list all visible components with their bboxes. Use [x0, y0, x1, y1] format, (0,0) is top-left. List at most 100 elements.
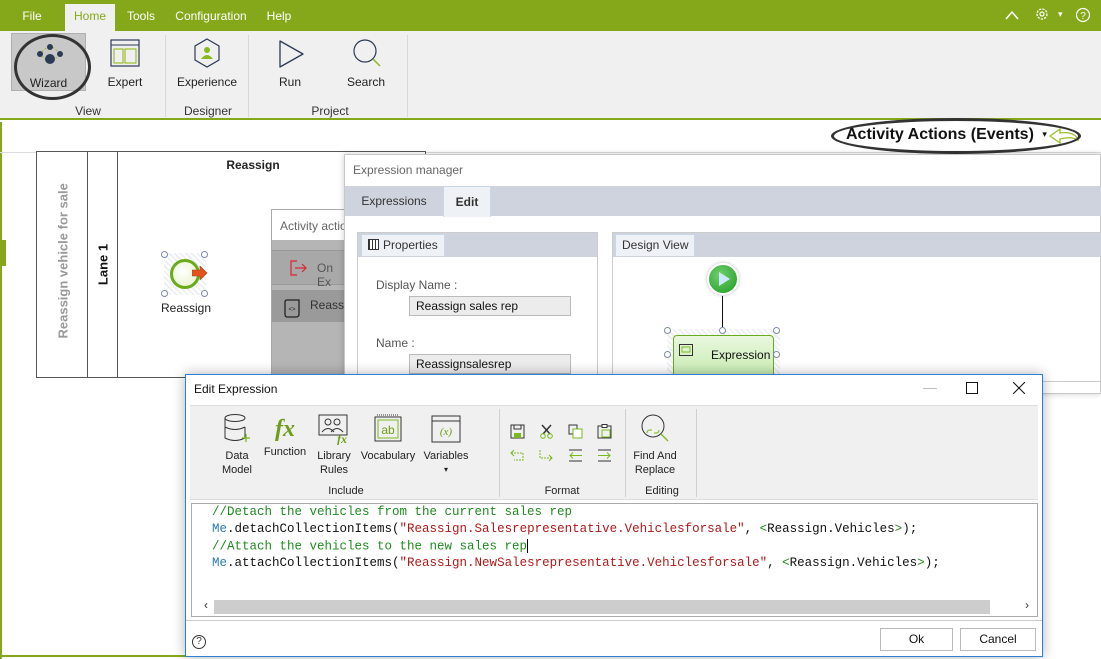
function-icon: fx	[275, 416, 295, 442]
activity-actions-highlight-oval	[831, 118, 1081, 154]
library-rules-label-2: Rules	[319, 464, 349, 476]
edit-expression-title: Edit Expression	[194, 382, 278, 396]
dropdown-caret-icon[interactable]: ▾	[1058, 9, 1063, 20]
start-node-label: Reassign	[160, 301, 212, 315]
menu-file[interactable]: File	[12, 0, 52, 31]
code-string: "Reassign.Salesrepresentative.Vehiclesfo…	[399, 522, 745, 536]
resize-handle[interactable]	[719, 327, 726, 334]
library-rules-button[interactable]: fx Library Rules	[313, 413, 355, 477]
start-play-node[interactable]	[707, 263, 739, 295]
group-designer-label: Designer	[183, 104, 233, 118]
cancel-button[interactable]: Cancel	[960, 628, 1036, 651]
search-button[interactable]: Search	[331, 33, 401, 91]
arrow-right-icon	[191, 265, 208, 283]
tab-edit[interactable]: Edit	[443, 186, 491, 217]
data-model-label-2: Model	[222, 464, 252, 476]
flow-connector	[722, 296, 723, 329]
menu-home[interactable]: Home	[65, 4, 115, 31]
menu-tools[interactable]: Tools	[120, 0, 162, 31]
gear-icon[interactable]	[1034, 6, 1050, 25]
outdent-icon[interactable]	[568, 449, 583, 465]
wizard-highlight-oval	[14, 34, 91, 100]
data-model-button[interactable]: Data Model	[215, 413, 259, 477]
activity-actions-dialog-title: Activity actio	[272, 210, 350, 240]
design-view-tab[interactable]: Design View	[615, 234, 696, 256]
scrollbar-thumb[interactable]	[214, 600, 990, 614]
code-separator: ,	[744, 522, 760, 536]
ribbon-separator	[248, 35, 249, 117]
variables-icon: (x)	[431, 415, 461, 443]
code-reference: Reassign.Vehicles	[767, 522, 895, 536]
resize-handle[interactable]	[201, 290, 208, 297]
script-icon: <>	[284, 298, 302, 321]
scroll-right-icon[interactable]: ›	[1025, 598, 1029, 612]
ribbon: Wizard Expert Experience Run Search View…	[0, 31, 1101, 120]
code-separator: ,	[767, 556, 783, 570]
maximize-button[interactable]	[966, 381, 978, 397]
properties-tab-label: Properties	[383, 238, 438, 252]
code-function: .attachCollectionItems(	[227, 556, 400, 570]
code-line-4: Me.attachCollectionItems("Reassign.NewSa…	[212, 556, 940, 570]
find-replace-label-2: Replace	[634, 464, 676, 476]
resize-handle[interactable]	[201, 251, 208, 258]
save-icon[interactable]	[510, 424, 525, 442]
resize-handle[interactable]	[773, 327, 780, 334]
display-name-field[interactable]: Reassign sales rep	[409, 296, 571, 316]
find-replace-icon	[641, 414, 669, 442]
run-button[interactable]: Run	[255, 33, 325, 91]
vocabulary-label: Vocabulary	[360, 450, 416, 462]
menu-bar: File Home Tools Configuration Help ▾ ?	[0, 0, 1101, 31]
properties-tab[interactable]: Properties	[361, 234, 445, 256]
ribbon-separator	[165, 35, 166, 117]
action-row-reassign[interactable]: <> Reassig	[272, 290, 353, 322]
name-field[interactable]: Reassignsalesrep	[409, 354, 571, 374]
cut-icon[interactable]	[539, 424, 554, 442]
group-editing-label: Editing	[645, 485, 679, 497]
close-button[interactable]	[1012, 381, 1026, 397]
experience-button[interactable]: Experience	[172, 33, 242, 91]
menu-configuration[interactable]: Configuration	[170, 0, 252, 31]
expert-button[interactable]: Expert	[90, 33, 160, 91]
resize-handle[interactable]	[664, 351, 671, 358]
svg-text:?: ?	[1080, 11, 1086, 22]
svg-text:(x): (x)	[440, 426, 453, 438]
find-replace-label: Find And	[633, 450, 677, 462]
help-icon[interactable]: ?	[192, 635, 206, 649]
tab-expressions[interactable]: Expressions	[351, 186, 437, 216]
scroll-left-icon[interactable]: ‹	[204, 598, 208, 612]
variables-button[interactable]: (x) Variables ▾	[421, 413, 471, 477]
expression-screen-icon	[679, 344, 693, 359]
ok-button[interactable]: Ok	[880, 628, 953, 651]
resize-handle[interactable]	[161, 251, 168, 258]
resize-handle[interactable]	[773, 351, 780, 358]
search-icon	[351, 38, 383, 73]
ribbon-separator	[499, 409, 500, 497]
svg-text:fx: fx	[337, 432, 347, 445]
run-label: Run	[278, 75, 301, 89]
action-row-on-exit[interactable]: On Ex	[272, 250, 350, 289]
ribbon-separator	[407, 35, 408, 117]
vocabulary-button[interactable]: ab Vocabulary	[358, 413, 418, 463]
collapse-ribbon-icon[interactable]	[1005, 7, 1019, 23]
find-replace-button[interactable]: Find And Replace	[628, 413, 682, 477]
minimize-button[interactable]: —	[923, 379, 937, 395]
paste-icon[interactable]	[597, 424, 612, 442]
help-icon[interactable]: ?	[1075, 7, 1091, 26]
expression-manager-title: Expression manager	[353, 163, 464, 177]
undo-icon[interactable]	[510, 449, 525, 465]
ribbon-separator	[696, 409, 697, 497]
function-button[interactable]: fx Function	[262, 413, 308, 459]
play-icon	[719, 272, 730, 286]
ribbon-separator	[625, 409, 626, 497]
copy-icon[interactable]	[568, 424, 583, 442]
indent-icon[interactable]	[597, 449, 612, 465]
search-label: Search	[346, 75, 386, 89]
menu-help[interactable]: Help	[260, 0, 298, 31]
resize-handle[interactable]	[161, 290, 168, 297]
vocabulary-icon: ab	[374, 414, 402, 442]
variables-dropdown-icon: ▾	[443, 465, 448, 474]
variables-label: Variables	[423, 450, 469, 462]
name-label: Name :	[376, 336, 415, 350]
redo-icon[interactable]	[539, 449, 554, 465]
resize-handle[interactable]	[664, 327, 671, 334]
